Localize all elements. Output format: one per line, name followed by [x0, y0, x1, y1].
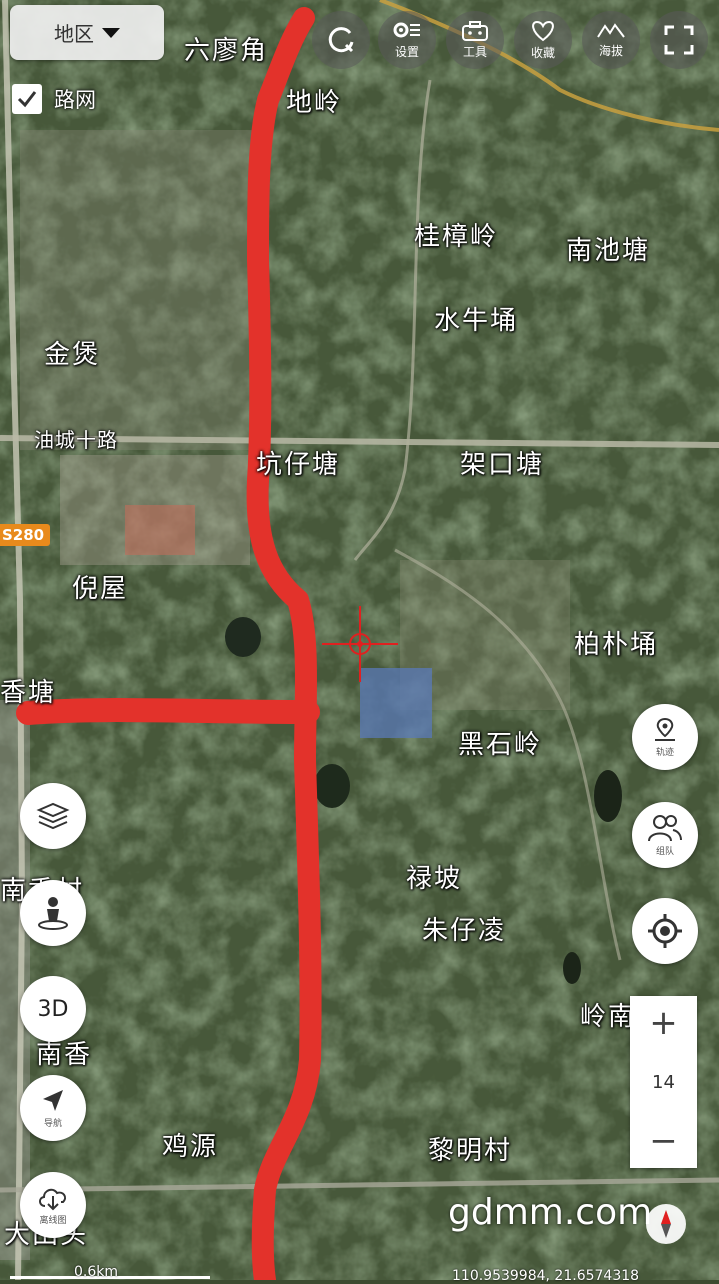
- watermark: gdmm.com: [448, 1192, 653, 1233]
- navigate-button[interactable]: 导航: [20, 1075, 86, 1141]
- fullscreen-button[interactable]: [650, 11, 708, 69]
- caret-down-icon: [102, 27, 120, 38]
- road-network-label: 路网: [54, 88, 96, 112]
- road-shield: S280: [0, 524, 51, 546]
- place-label: 金煲: [44, 340, 101, 370]
- scale-label: 0.6km: [74, 1264, 119, 1280]
- settings-label: 设置: [394, 45, 419, 59]
- checkmark-icon: [17, 91, 37, 108]
- track-button[interactable]: 轨迹: [632, 704, 698, 770]
- zoom-in-button[interactable]: +: [649, 1006, 678, 1040]
- layers-icon: [36, 802, 70, 830]
- region-label: 地区: [54, 22, 94, 46]
- place-label: 桂樟岭: [414, 222, 499, 252]
- zoom-out-button[interactable]: −: [649, 1124, 678, 1158]
- place-label: 朱仔凌: [422, 916, 507, 946]
- checkbox[interactable]: [12, 84, 42, 114]
- place-label: 黑石岭: [458, 730, 543, 760]
- place-label: 岭南: [580, 1002, 637, 1032]
- settings-button[interactable]: 设置: [378, 11, 436, 69]
- tools-label: 工具: [462, 45, 487, 59]
- place-label: 水牛埇: [434, 306, 519, 336]
- street-view-button[interactable]: [20, 880, 86, 946]
- team-icon: [648, 815, 682, 842]
- place-label: 香塘: [0, 678, 57, 708]
- favorites-button[interactable]: 收藏: [514, 11, 572, 69]
- 3d-label: 3D: [37, 996, 69, 1022]
- track-pin-icon: [655, 717, 675, 741]
- mountain-icon: [597, 23, 625, 38]
- place-label: 地岭: [286, 88, 343, 118]
- coordinates-readout: 110.9539984, 21.6574318: [452, 1268, 640, 1284]
- place-label: 鸡源: [162, 1132, 219, 1162]
- altitude-button[interactable]: 海拔: [582, 11, 640, 69]
- 3d-button[interactable]: 3D: [20, 976, 86, 1042]
- region-dropdown-button[interactable]: 地区: [10, 5, 164, 60]
- toolbox-icon: [462, 21, 488, 41]
- track-label: 轨迹: [655, 748, 674, 758]
- offline-map-label: 离线图: [39, 1216, 67, 1226]
- offline-map-button[interactable]: 离线图: [20, 1172, 86, 1238]
- fullscreen-icon: [664, 25, 694, 55]
- refresh-button[interactable]: [312, 11, 370, 69]
- layers-button[interactable]: [20, 783, 86, 849]
- locate-icon: [648, 914, 682, 948]
- place-label: 柏朴埇: [574, 630, 659, 660]
- tools-button[interactable]: 工具: [446, 11, 504, 69]
- team-label: 组队: [655, 847, 674, 857]
- zoom-level: 14: [652, 1071, 675, 1093]
- heart-icon: [532, 20, 554, 42]
- road-network-toggle[interactable]: 路网: [12, 84, 96, 114]
- team-button[interactable]: 组队: [632, 802, 698, 868]
- place-label: 架口塘: [460, 450, 545, 480]
- cloud-download-icon: [39, 1188, 67, 1211]
- compass-icon: [661, 1210, 671, 1238]
- place-label: 南池塘: [566, 236, 651, 266]
- gear-icon: [393, 22, 420, 38]
- place-label: 六廖角: [184, 36, 269, 66]
- zoom-control: + 14 −: [630, 996, 697, 1168]
- compass-button[interactable]: [646, 1204, 686, 1244]
- refresh-icon: [328, 27, 354, 53]
- place-label: 禄坡: [406, 864, 463, 894]
- road-label: 油城十路: [34, 428, 118, 452]
- person-pin-icon: [38, 897, 68, 930]
- favorites-label: 收藏: [530, 46, 555, 60]
- place-label: 倪屋: [72, 574, 129, 604]
- altitude-label: 海拔: [598, 44, 623, 58]
- locate-button[interactable]: [632, 898, 698, 964]
- navigation-arrow-icon: [43, 1090, 63, 1111]
- place-label: 坑仔塘: [256, 450, 341, 480]
- navigate-label: 导航: [43, 1119, 62, 1129]
- place-label: 黎明村: [428, 1136, 513, 1166]
